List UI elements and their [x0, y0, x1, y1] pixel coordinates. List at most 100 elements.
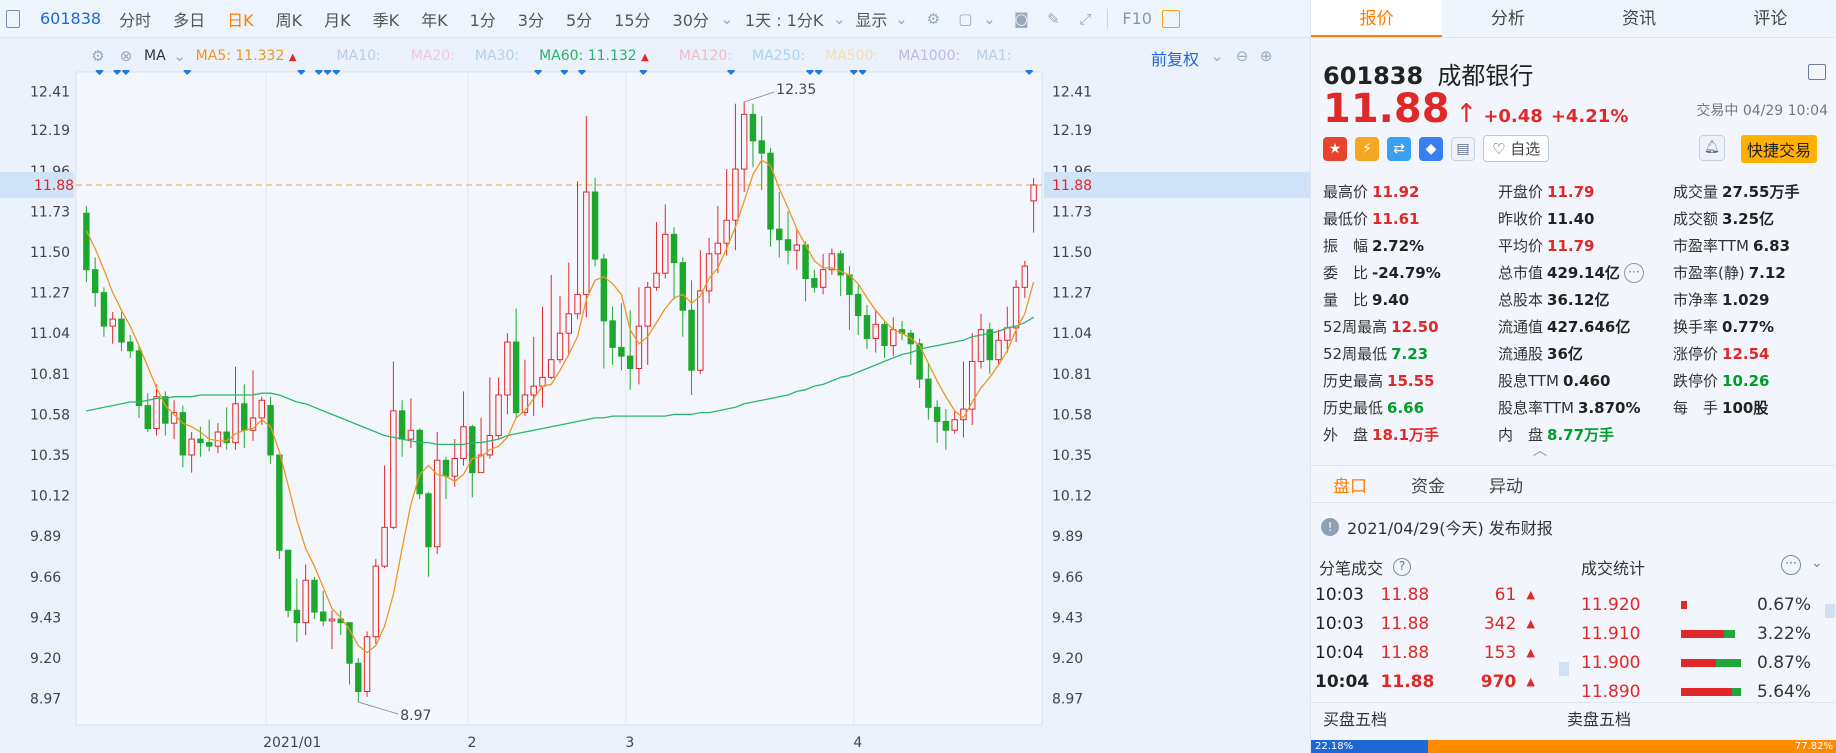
stock-code-link[interactable]: 601838	[40, 9, 101, 28]
tab-30min[interactable]: 30分	[673, 7, 709, 31]
quote-value: 11.79	[1547, 183, 1595, 201]
fullscreen-icon[interactable]: ⤢	[1075, 9, 1095, 29]
quote-label: 换手率	[1673, 318, 1719, 336]
candle-body	[188, 438, 195, 456]
quote-label: 外 盘	[1323, 426, 1369, 444]
tab-15min[interactable]: 15分	[614, 7, 650, 31]
bookmark-icon[interactable]: ▤	[1451, 136, 1475, 161]
tab-zijin[interactable]: 资金	[1411, 472, 1445, 497]
more-icon[interactable]: ···	[1623, 263, 1644, 284]
chevron-down-icon[interactable]: ⌄	[170, 46, 190, 66]
help-icon[interactable]: ?	[1393, 558, 1412, 576]
tab-3min[interactable]: 3分	[518, 7, 544, 31]
tab-daily-k[interactable]: 日K	[227, 7, 254, 31]
ma250-value: MA250:	[751, 48, 806, 64]
tab-1min[interactable]: 1分	[470, 7, 496, 31]
fbcj-title: 分笔成交 ?	[1319, 555, 1412, 579]
quote-cell: 跌停价 10.26	[1673, 370, 1833, 391]
tab-comments[interactable]: 评论	[1705, 0, 1836, 37]
candle-body	[241, 403, 248, 431]
pencil-icon[interactable]: ✎	[1043, 9, 1063, 29]
panel-tabs: 报价 分析 资讯 评论	[1311, 0, 1836, 38]
chevron-down-icon[interactable]: ⌄	[1207, 46, 1227, 66]
tab-monthly-k[interactable]: 月K	[324, 7, 351, 31]
toolbar-divider	[1107, 8, 1109, 29]
tab-quarter-k[interactable]: 季K	[373, 7, 400, 31]
tab-quote[interactable]: 报价	[1311, 0, 1443, 37]
chevron-down-icon[interactable]: ⌄	[1811, 555, 1823, 571]
fuquan-select[interactable]: 前复权	[1151, 46, 1199, 70]
quote-value: 12.50	[1391, 318, 1439, 336]
kline-chart[interactable]: 2021/01 2 3 4 12.41 12.41 12.19 12.19 11.96 11.96…	[0, 70, 1310, 753]
square-select-icon[interactable]: ▢	[955, 9, 975, 29]
quote-label: 流通股	[1498, 345, 1544, 363]
tab-news[interactable]: 资讯	[1574, 0, 1705, 37]
candle-body	[1021, 265, 1029, 288]
current-price-label: 11.88	[1052, 178, 1092, 194]
y-tick-label: 10.12	[30, 489, 70, 505]
chevron-down-icon[interactable]: ⌄	[891, 9, 911, 29]
candle-body	[556, 332, 564, 361]
sub-tabs: 盘口 资金 异动	[1311, 465, 1836, 503]
ma-legend: ⚙ ⊗ MA ⌄ MA5: 11.332 ▲ MA10: MA20: MA30:…	[0, 42, 1310, 70]
panel-toggle-icon[interactable]	[6, 10, 20, 28]
quote-row: 52周最高 12.50 流通值 427.646亿 换手率 0.77%	[1323, 313, 1833, 340]
camera-icon[interactable]: ◙	[1011, 9, 1031, 29]
candle-body	[486, 435, 494, 456]
tab-pankou[interactable]: 盘口	[1333, 472, 1367, 497]
scroll-indicator[interactable]	[1825, 604, 1835, 618]
report-notice[interactable]: ! 2021/04/29(今天) 发布财报	[1321, 515, 1553, 539]
tick-price: 11.88	[1380, 642, 1430, 663]
zoom-out-icon[interactable]: ⊖	[1232, 46, 1252, 66]
chevron-down-icon[interactable]: ⌄	[717, 9, 737, 29]
panel-layout-icon[interactable]	[1808, 64, 1826, 80]
quote-cell: 开盘价 11.79	[1498, 181, 1673, 202]
quote-label: 股息率TTM	[1498, 399, 1575, 417]
candle-body	[442, 459, 450, 477]
china-flag-icon[interactable]: ★	[1323, 136, 1347, 161]
tick-list[interactable]: 10:03 11.88 61 ▲ 10:03 11.88 342 ▲ 10:04 11.88 153…	[1315, 580, 1535, 698]
candle-body	[1004, 327, 1011, 341]
quote-cell: 振 幅 2.72%	[1323, 235, 1498, 256]
lightning-icon[interactable]: ⚡	[1355, 136, 1379, 161]
tab-5min[interactable]: 5分	[566, 7, 592, 31]
bell-icon[interactable]: 🔔︎	[1699, 135, 1725, 161]
chevron-down-icon[interactable]: ⌄	[829, 9, 849, 29]
tab-fenshi[interactable]: 分时	[119, 7, 151, 31]
tab-analysis[interactable]: 分析	[1442, 0, 1573, 37]
tab-weekly-k[interactable]: 周K	[276, 7, 303, 31]
kline-svg[interactable]: 2021/01 2 3 412.41 12.4112.19 12.1911.96 11.96…	[0, 70, 1310, 753]
up-arrow-icon: ▲	[1526, 675, 1535, 688]
side-panel-icon[interactable]	[1161, 9, 1180, 28]
quick-trade-button[interactable]: 快捷交易	[1741, 135, 1818, 163]
zoom-in-icon[interactable]: ⊕	[1256, 46, 1276, 66]
collapse-chevron-icon[interactable]: ︿	[1533, 440, 1547, 460]
gear-icon[interactable]: ⚙	[88, 46, 108, 66]
quote-row: 52周最低 7.23 流通股 36亿 涨停价 12.54	[1323, 340, 1833, 367]
y-tick-label: 10.58	[1052, 407, 1092, 423]
interval-select[interactable]: 1天 : 1分K	[745, 7, 823, 31]
gear-icon[interactable]: ⚙	[923, 9, 943, 29]
y-tick-label: 11.27	[1052, 286, 1092, 302]
tab-yidong[interactable]: 异动	[1489, 472, 1523, 497]
more-icon[interactable]: ···	[1781, 555, 1801, 575]
trade-stats[interactable]: 11.920 0.67% 11.910 3.22% 11.900 0.87% 11.890 5…	[1581, 590, 1821, 699]
display-menu[interactable]: 显示	[855, 7, 887, 31]
y-tick-label: 12.41	[30, 84, 70, 100]
chevron-down-icon[interactable]: ⌄	[979, 9, 999, 29]
tag-icon[interactable]: ◆	[1419, 136, 1443, 161]
candle-body	[469, 426, 476, 474]
tab-year-k[interactable]: 年K	[421, 7, 448, 31]
add-watchlist-button[interactable]: ♡ 自选	[1483, 135, 1550, 162]
scroll-indicator[interactable]	[1559, 662, 1569, 676]
tab-duori[interactable]: 多日	[173, 7, 205, 31]
candle-body	[758, 140, 765, 154]
ma1-value: MA1:	[976, 48, 1012, 64]
candle-body	[688, 309, 695, 371]
f10-button[interactable]: F10	[1122, 9, 1152, 28]
candle-body	[697, 290, 704, 371]
close-icon[interactable]: ⊗	[116, 46, 136, 66]
shuffle-icon[interactable]: ⇄	[1387, 136, 1411, 161]
ma-selector[interactable]: MA	[144, 48, 166, 64]
stat-price: 11.890	[1581, 681, 1641, 699]
